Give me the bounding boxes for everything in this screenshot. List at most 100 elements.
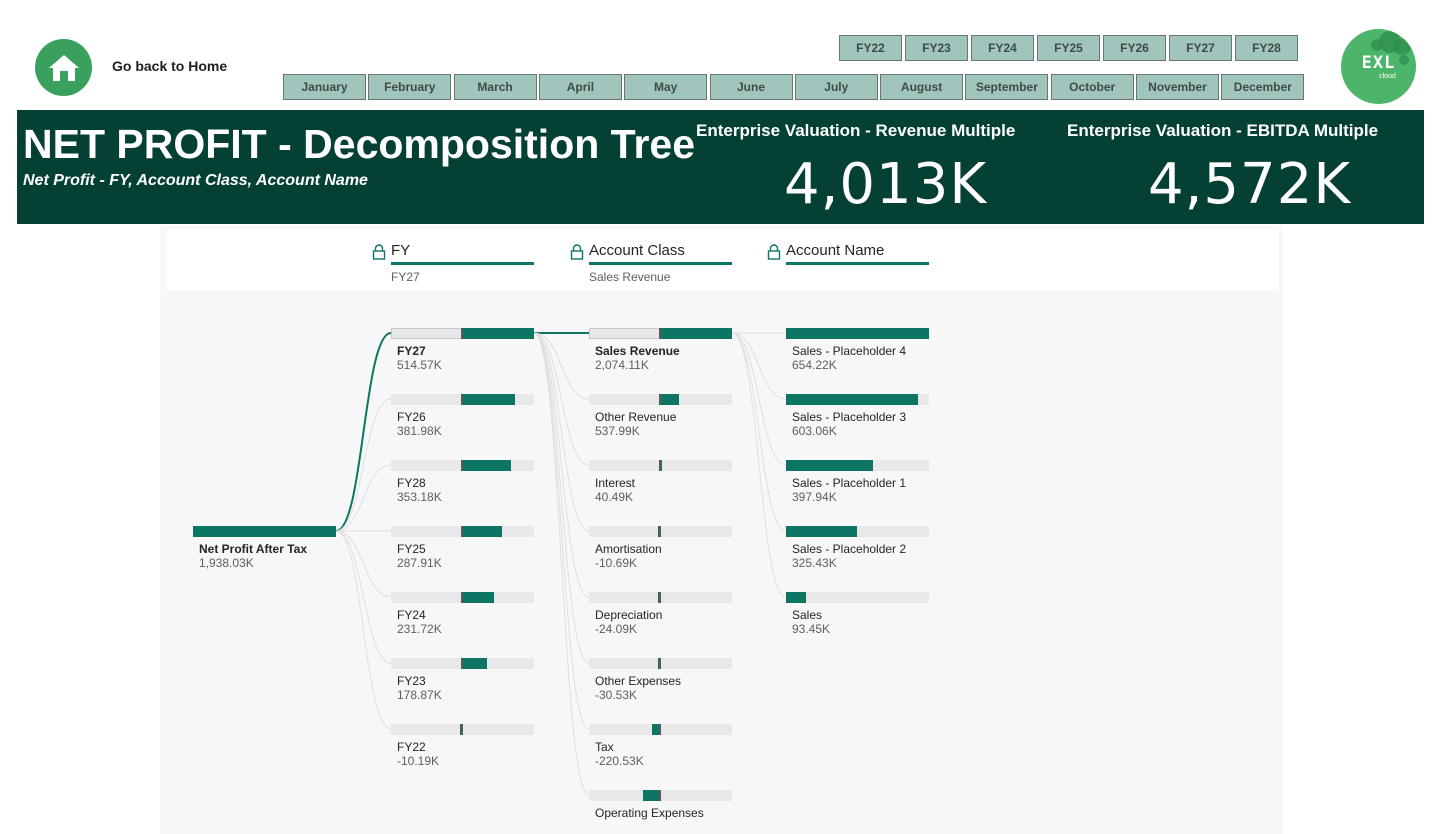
logo-subtext: cloud <box>1379 73 1396 80</box>
year-button-fy23[interactable]: FY23 <box>905 35 968 61</box>
year-button-fy27[interactable]: FY27 <box>1169 35 1232 61</box>
column-header-account-name[interactable]: Account Name <box>767 242 929 265</box>
node-bar-fill <box>462 592 495 603</box>
node-label: Sales <box>792 608 823 622</box>
year-button-fy25[interactable]: FY25 <box>1037 35 1100 61</box>
node-value: -10.69K <box>595 556 638 570</box>
node-bar-fill <box>660 394 679 405</box>
node-bar-fill <box>642 790 660 801</box>
node-label: Operating Expenses <box>595 806 704 820</box>
node-label: Sales - Placeholder 2 <box>792 542 907 556</box>
node-zero-marker <box>461 526 463 537</box>
kpi-revenue-multiple-label: Enterprise Valuation - Revenue Multiple <box>696 121 1016 140</box>
column-header-account-class[interactable]: Account Class Sales Revenue <box>570 242 732 284</box>
node-value: 231.72K <box>397 622 442 636</box>
year-button-fy28[interactable]: FY28 <box>1235 35 1298 61</box>
kpi-ebitda-multiple-label: Enterprise Valuation - EBITDA Multiple <box>1067 121 1379 140</box>
node-label: Sales - Placeholder 4 <box>792 344 907 358</box>
node-label: FY27 <box>397 344 426 358</box>
month-button-june[interactable]: June <box>709 74 793 100</box>
node-bar-fill <box>462 394 516 405</box>
node-value: 178.87K <box>397 688 442 702</box>
node-zero-marker <box>659 592 661 603</box>
column-header-selection: FY27 <box>391 270 420 284</box>
column-header-rule <box>786 262 929 265</box>
node-value: 1,938.03K <box>199 556 254 570</box>
node-zero-marker <box>461 460 463 471</box>
home-icon <box>48 54 79 81</box>
node-label: Other Expenses <box>595 674 682 688</box>
column-header-title: Account Name <box>786 242 885 259</box>
node-label: Sales Revenue <box>595 344 680 358</box>
node-zero-marker <box>461 658 463 669</box>
node-bar-fill <box>786 328 929 339</box>
home-link-label[interactable]: Go back to Home <box>112 58 227 74</box>
node-label: Sales - Placeholder 1 <box>792 476 907 490</box>
node-label: Amortisation <box>595 542 662 556</box>
node-zero-marker <box>461 328 463 339</box>
node-value: -24.09K <box>595 622 638 636</box>
column-header-rule <box>391 262 534 265</box>
logo-text: EXL <box>1361 53 1396 73</box>
node-bar-track <box>786 592 929 603</box>
node-label: FY28 <box>397 476 426 490</box>
node-value: -220.53K <box>595 754 644 768</box>
node-label: Depreciation <box>595 608 663 622</box>
node-value: 325.43K <box>792 556 837 570</box>
node-value: 397.94K <box>792 490 837 504</box>
node-zero-marker <box>659 658 661 669</box>
column-header-selection: Sales Revenue <box>589 270 671 284</box>
node-bar-fill <box>786 460 873 471</box>
home-button[interactable] <box>35 39 92 96</box>
page-subtitle: Net Profit - FY, Account Class, Account … <box>23 172 368 189</box>
column-header-title: Account Class <box>589 242 685 259</box>
node-bar-fill <box>462 328 534 339</box>
node-value: 353.18K <box>397 490 442 504</box>
node-label: FY25 <box>397 542 426 556</box>
node-value: 654.22K <box>792 358 837 372</box>
node-bar-fill <box>660 328 732 339</box>
node-label: Net Profit After Tax <box>199 542 308 556</box>
lock-icon <box>570 244 584 260</box>
month-button-may[interactable]: May <box>624 74 708 100</box>
node-label: Sales - Placeholder 3 <box>792 410 907 424</box>
node-label: FY24 <box>397 608 426 622</box>
node-value: -30.53K <box>595 688 638 702</box>
year-button-fy24[interactable]: FY24 <box>971 35 1034 61</box>
month-button-august[interactable]: August <box>880 74 964 100</box>
column-header-fy[interactable]: FY FY27 <box>372 242 534 284</box>
month-button-march[interactable]: March <box>453 74 537 100</box>
month-button-december[interactable]: December <box>1221 74 1305 100</box>
kpi-ebitda-multiple-value: 4,572K <box>1148 152 1352 217</box>
node-value: 537.99K <box>595 424 640 438</box>
node-value: 603.06K <box>792 424 837 438</box>
node-label: FY22 <box>397 740 426 754</box>
node-zero-marker <box>659 394 661 405</box>
lock-icon <box>372 244 386 260</box>
month-button-july[interactable]: July <box>794 74 878 100</box>
node-value: 381.98K <box>397 424 442 438</box>
page-title: NET PROFIT - Decomposition Tree <box>23 121 696 167</box>
month-button-october[interactable]: October <box>1050 74 1134 100</box>
node-label: Other Revenue <box>595 410 677 424</box>
node-bar-fill <box>462 658 488 669</box>
month-button-april[interactable]: April <box>538 74 622 100</box>
month-button-november[interactable]: November <box>1136 74 1219 100</box>
lock-icon <box>767 244 781 260</box>
year-button-fy22[interactable]: FY22 <box>839 35 902 61</box>
kpi-revenue-multiple-value: 4,013K <box>784 152 988 217</box>
node-zero-marker <box>659 328 661 339</box>
node-zero-marker <box>659 724 661 735</box>
column-header-title: FY <box>391 242 411 259</box>
node-bar-fill <box>786 592 807 603</box>
month-button-september[interactable]: September <box>965 74 1049 100</box>
month-button-february[interactable]: February <box>368 74 452 100</box>
node-bar-fill <box>462 526 503 537</box>
node-bar-fill <box>786 394 918 405</box>
node-label: FY26 <box>397 410 426 424</box>
node-bar-fill <box>193 526 336 537</box>
node-value: 514.57K <box>397 358 442 372</box>
column-header-rule <box>589 262 732 265</box>
month-button-january[interactable]: January <box>283 74 366 100</box>
year-button-fy26[interactable]: FY26 <box>1103 35 1166 61</box>
